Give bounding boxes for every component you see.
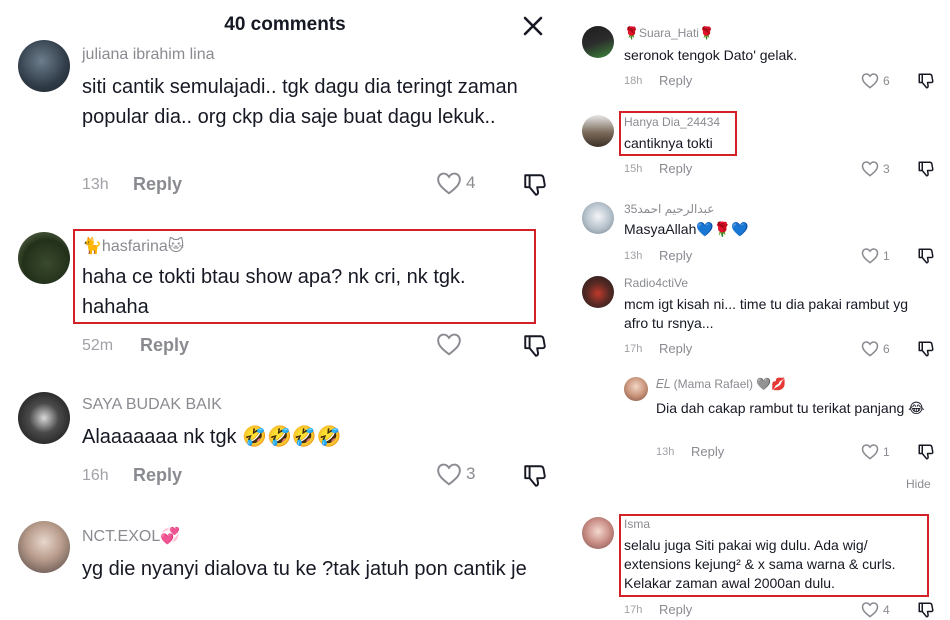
reply-button[interactable]: Reply (659, 602, 692, 617)
panel-divider (562, 0, 570, 620)
avatar[interactable] (582, 517, 614, 549)
comment-text: selalu juga Siti pakai wig dulu. Ada wig… (624, 537, 896, 591)
comment-text: yg die nyanyi dialova tu ke ?tak jatuh p… (82, 558, 527, 580)
comment-item: NCT.EXOL💞 yg die nyanyi dialova tu ke ?t… (0, 0, 560, 620)
comment-time: 17h (624, 604, 643, 616)
like-count: 4 (883, 602, 890, 617)
left-comments-panel: 40 comments juliana ibrahim lina siti ca… (0, 0, 560, 620)
like-button[interactable]: 4 (861, 601, 890, 618)
heart-icon (861, 602, 879, 618)
comment-username[interactable]: NCT.EXOL💞 (82, 526, 180, 546)
avatar[interactable] (18, 521, 70, 573)
comment-username[interactable]: Isma (624, 517, 650, 531)
thumbs-down-icon[interactable] (917, 601, 935, 619)
right-comments-panel: 🌹Suara_Hati🌹 seronok tengok Dato' gelak.… (572, 0, 950, 620)
comment-item: Isma selalu juga Siti pakai wig dulu. Ad… (572, 0, 950, 620)
